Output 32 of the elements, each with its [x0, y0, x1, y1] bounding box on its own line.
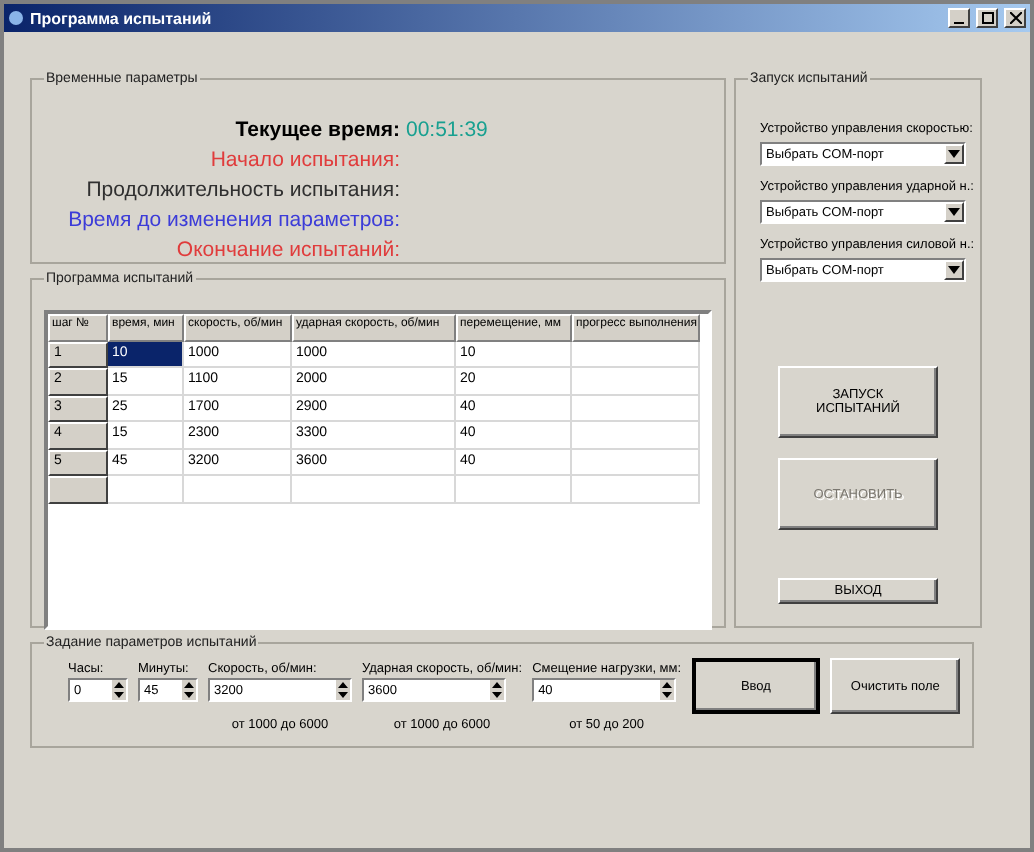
- new-row-cell[interactable]: [572, 476, 700, 503]
- minimize-button[interactable]: [948, 8, 970, 28]
- table-cell[interactable]: [572, 368, 700, 395]
- time-label: Продолжительность испытания:: [84, 178, 400, 202]
- new-row-header[interactable]: [48, 476, 108, 503]
- clock-value: 00:51:39: [404, 118, 490, 142]
- dropdown-arrow-icon: [948, 208, 960, 216]
- table-cell[interactable]: [572, 422, 700, 449]
- time-label: Время до изменения параметров:: [66, 208, 400, 232]
- close-icon: [1009, 12, 1021, 24]
- maximize-button[interactable]: [976, 8, 998, 28]
- table-cell[interactable]: [572, 395, 700, 422]
- time-label: Начало испытания:: [208, 148, 400, 172]
- time-label: Окончание испытаний:: [174, 238, 400, 262]
- new-row-cell[interactable]: [108, 476, 184, 503]
- spinner-arrows-icon[interactable]: [660, 680, 675, 700]
- maximize-icon: [981, 12, 993, 24]
- table-cell[interactable]: [572, 449, 700, 476]
- dropdown-arrow-icon: [948, 266, 960, 274]
- dropdown-arrow-icon: [948, 150, 960, 158]
- app-icon: [8, 10, 24, 26]
- spinner-arrows-icon[interactable]: [182, 680, 196, 700]
- time-label: Текущее время:: [233, 118, 400, 142]
- new-row-cell[interactable]: [292, 476, 456, 503]
- new-row-cell[interactable]: [184, 476, 292, 503]
- spinner-arrows-icon[interactable]: [336, 680, 350, 700]
- new-row-cell[interactable]: [456, 476, 572, 503]
- close-button[interactable]: [1004, 8, 1026, 28]
- window-title: Программа испытаний: [30, 9, 214, 27]
- table-cell[interactable]: [572, 341, 700, 368]
- spinner-arrows-icon[interactable]: [112, 680, 126, 700]
- spinner-arrows-icon[interactable]: [490, 680, 504, 700]
